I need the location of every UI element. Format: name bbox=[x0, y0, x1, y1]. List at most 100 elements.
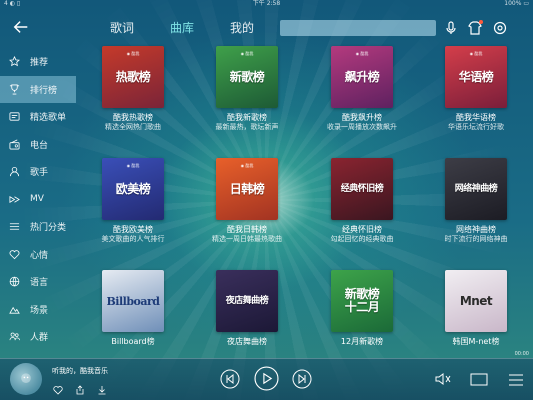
chart-card[interactable]: ◉ 酷我 华语榜 酷我华语榜 华语乐坛流行好歌 bbox=[439, 46, 513, 131]
chart-subtitle: 最新最热，歌坛新声 bbox=[215, 123, 279, 131]
chart-card[interactable]: 新歌榜 十二月 12月新歌榜 bbox=[325, 270, 399, 347]
chart-subtitle: 勾起回忆的经典歌曲 bbox=[330, 235, 394, 243]
volume-button[interactable] bbox=[434, 371, 452, 387]
back-arrow-icon[interactable] bbox=[10, 18, 32, 38]
settings-icon[interactable] bbox=[491, 19, 509, 37]
tab-library[interactable]: 曲库 bbox=[152, 18, 212, 38]
sidebar-item-mv[interactable]: MV bbox=[0, 186, 76, 214]
sidebar-item-label: 歌手 bbox=[30, 168, 49, 179]
chart-cover: ◉ 酷我 热歌榜 bbox=[102, 46, 164, 108]
download-icon[interactable] bbox=[97, 380, 107, 395]
sidebar-item-label: 场景 bbox=[30, 305, 49, 316]
category-icon bbox=[9, 221, 20, 232]
playback-time: 00:00 bbox=[514, 351, 529, 357]
share-icon[interactable] bbox=[75, 380, 85, 395]
chart-title: 12月新歌榜 bbox=[340, 337, 384, 346]
chart-card[interactable]: ◉ 酷我 新歌榜 酷我新歌榜 最新最热，歌坛新声 bbox=[210, 46, 284, 131]
menu-icon bbox=[509, 374, 523, 386]
sidebar: 推荐 排行榜 精选歌单 电台 歌手 MV 热门分类 心情 语言 场景 人群 bbox=[0, 48, 76, 351]
cover-label: 网络神曲榜 bbox=[454, 183, 498, 194]
kuwo-logo: ◉ 酷我 bbox=[126, 51, 140, 56]
video-icon bbox=[9, 194, 20, 205]
chart-subtitle: 华语乐坛流行好歌 bbox=[448, 123, 504, 131]
shirt-icon[interactable] bbox=[466, 19, 484, 37]
chart-card[interactable]: 网络神曲榜 网络神曲榜 时下流行的网络神曲 bbox=[439, 158, 513, 243]
cover-label: 新歌榜 十二月 bbox=[344, 287, 380, 314]
chart-title: 酷我日韩榜 bbox=[227, 225, 267, 234]
trophy-icon bbox=[9, 84, 20, 95]
sidebar-item-mood[interactable]: 心情 bbox=[0, 241, 76, 269]
microphone-icon[interactable] bbox=[442, 19, 460, 37]
tab-lyrics[interactable]: 歌词 bbox=[92, 18, 152, 38]
singer-icon bbox=[9, 166, 20, 177]
kuwo-logo: ◉ 酷我 bbox=[126, 163, 140, 168]
sidebar-item-recommend[interactable]: 推荐 bbox=[0, 48, 76, 76]
album-art[interactable] bbox=[10, 363, 42, 395]
chart-title: 酷我热歌榜 bbox=[113, 113, 153, 122]
kuwo-logo: ◉ 酷我 bbox=[469, 51, 483, 56]
lyrics-view-button[interactable] bbox=[470, 372, 488, 386]
chart-card[interactable]: ◉ 酷我 热歌榜 酷我热歌榜 精选全网热门歌曲 bbox=[96, 46, 170, 131]
tab-bar: 歌词 曲库 我的 bbox=[92, 18, 272, 38]
kuwo-logo: ◉ 酷我 bbox=[240, 163, 254, 168]
chart-cover: 网络神曲榜 bbox=[445, 158, 507, 220]
sidebar-item-language[interactable]: 语言 bbox=[0, 268, 76, 296]
sidebar-item-categories[interactable]: 热门分类 bbox=[0, 213, 76, 241]
progress-track[interactable] bbox=[0, 358, 533, 359]
now-playing-title: 听我的，酷我音乐 bbox=[52, 367, 108, 375]
cover-label: 欧美榜 bbox=[115, 181, 151, 196]
cover-label: 夜店舞曲榜 bbox=[225, 295, 269, 306]
cover-label: 经典怀旧榜 bbox=[340, 183, 384, 194]
chart-card[interactable]: ◉ 酷我 日韩榜 酷我日韩榜 精选一周日韩最热歌曲 bbox=[210, 158, 284, 243]
chart-card[interactable]: 经典怀旧榜 经典怀旧榜 勾起回忆的经典歌曲 bbox=[325, 158, 399, 243]
chart-title: 酷我新歌榜 bbox=[227, 113, 267, 122]
sidebar-item-charts[interactable]: 排行榜 bbox=[0, 75, 76, 103]
chart-card[interactable]: ◉ 酷我 欧美榜 酷我欧美榜 美文歌曲的人气排行 bbox=[96, 158, 170, 243]
chart-cover: Billboard bbox=[102, 270, 164, 332]
sidebar-item-scene[interactable]: 场景 bbox=[0, 296, 76, 324]
chart-subtitle: 精选一周日韩最热歌曲 bbox=[212, 235, 282, 243]
sidebar-item-singers[interactable]: 歌手 bbox=[0, 158, 76, 186]
star-icon bbox=[9, 56, 20, 67]
chart-card[interactable]: 夜店舞曲榜 夜店舞曲榜 bbox=[210, 270, 284, 347]
next-icon bbox=[292, 369, 312, 389]
sidebar-item-radio[interactable]: 电台 bbox=[0, 131, 76, 159]
previous-icon bbox=[220, 369, 240, 389]
search-input[interactable] bbox=[280, 20, 436, 36]
next-button[interactable] bbox=[292, 369, 312, 389]
chart-card[interactable]: Billboard Billboard榜 bbox=[96, 270, 170, 347]
sidebar-item-label: 电台 bbox=[30, 140, 49, 151]
screen-icon bbox=[470, 373, 488, 386]
status-bar: 4 ◐ ▯ 下午 2:58 100% ▭ bbox=[0, 0, 533, 8]
sidebar-item-label: 人群 bbox=[30, 333, 49, 344]
play-icon bbox=[254, 366, 279, 391]
sidebar-item-label: 热门分类 bbox=[30, 223, 67, 234]
chart-cover: ◉ 酷我 欧美榜 bbox=[102, 158, 164, 220]
chart-title: 韩国M-net榜 bbox=[452, 337, 500, 346]
cover-label: 新歌榜 bbox=[229, 69, 265, 84]
sidebar-item-playlists[interactable]: 精选歌单 bbox=[0, 103, 76, 131]
sidebar-item-crowd[interactable]: 人群 bbox=[0, 323, 76, 351]
tab-mine[interactable]: 我的 bbox=[212, 18, 272, 38]
chart-title: 酷我欧美榜 bbox=[113, 225, 153, 234]
favorite-icon[interactable] bbox=[53, 380, 63, 395]
chart-cover: 经典怀旧榜 bbox=[331, 158, 393, 220]
sidebar-item-label: MV bbox=[30, 194, 44, 205]
chart-title: Billboard榜 bbox=[111, 337, 155, 346]
play-button[interactable] bbox=[254, 366, 279, 391]
chart-title: 酷我华语榜 bbox=[456, 113, 496, 122]
heart-icon bbox=[9, 249, 20, 260]
chart-subtitle: 精选全网热门歌曲 bbox=[105, 123, 161, 131]
sidebar-item-label: 心情 bbox=[30, 250, 49, 261]
chart-subtitle: 收录一周播放次数飙升 bbox=[327, 123, 397, 131]
previous-button[interactable] bbox=[220, 369, 240, 389]
scene-icon bbox=[9, 304, 20, 315]
sidebar-item-label: 语言 bbox=[30, 278, 49, 289]
volume-icon bbox=[435, 373, 451, 385]
chart-card[interactable]: ◉ 酷我 飙升榜 酷我飙升榜 收录一周播放次数飙升 bbox=[325, 46, 399, 131]
chart-subtitle: 时下流行的网络神曲 bbox=[444, 235, 508, 243]
chart-cover: ◉ 酷我 新歌榜 bbox=[216, 46, 278, 108]
chart-card[interactable]: Mnet 韩国M-net榜 bbox=[439, 270, 513, 347]
sidebar-item-label: 排行榜 bbox=[30, 85, 58, 96]
playlist-button[interactable] bbox=[508, 372, 524, 386]
